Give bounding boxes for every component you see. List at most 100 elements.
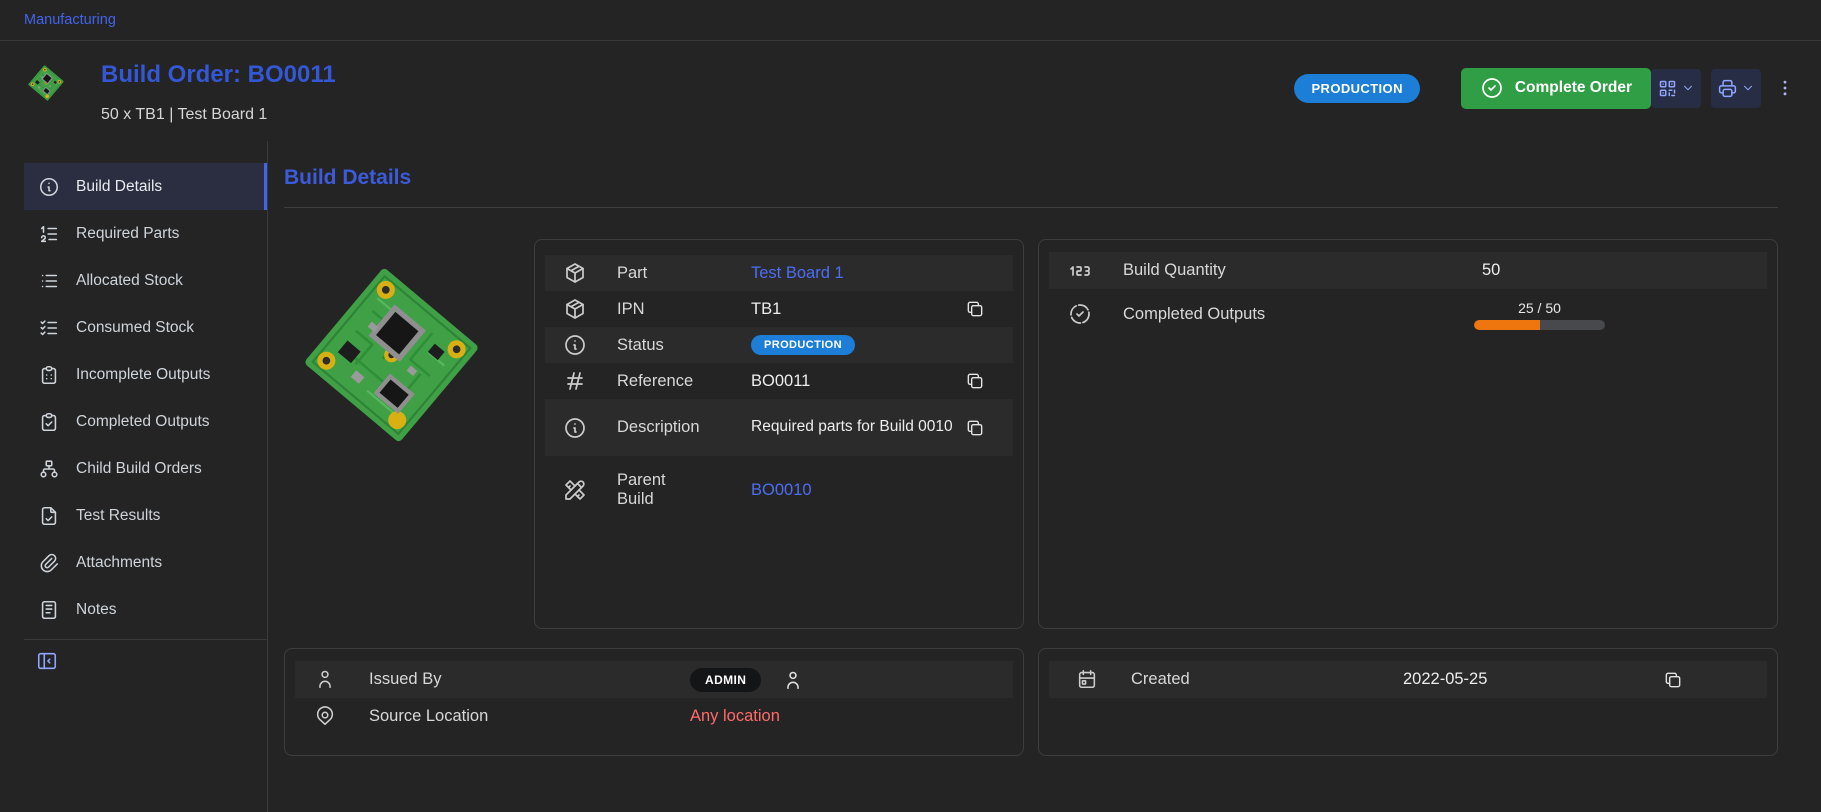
- sidebar-item-label: Test Results: [76, 507, 160, 525]
- page-subtitle: 50 x TB1 | Test Board 1: [101, 106, 336, 124]
- sidebar-item-label: Attachments: [76, 554, 162, 572]
- detail-row-description: Description Required parts for Build 001…: [545, 399, 1013, 456]
- barcode-actions-button[interactable]: [1651, 69, 1701, 108]
- sidebar-item-build-details[interactable]: Build Details: [24, 163, 267, 210]
- detail-label: Reference: [617, 372, 751, 391]
- page-title: Build Order: BO0011: [101, 61, 336, 89]
- print-actions-button[interactable]: [1711, 69, 1761, 108]
- issued-by-badge: ADMIN: [690, 668, 761, 692]
- more-actions-button[interactable]: [1775, 78, 1795, 98]
- sidebar-item-allocated-stock[interactable]: Allocated Stock: [24, 257, 267, 304]
- panel-divider: [284, 207, 1778, 208]
- issued-by-label: Issued By: [369, 670, 690, 689]
- qrcode-icon: [1657, 78, 1678, 99]
- dots-vertical-icon: [1775, 78, 1795, 98]
- progress-track: [1474, 320, 1605, 330]
- sidebar: Build Details Required Parts Allocated S…: [0, 141, 268, 812]
- user-icon: [314, 668, 338, 692]
- detail-label: Part: [617, 264, 751, 283]
- sidebar-divider: [24, 639, 267, 640]
- sidebar-item-consumed-stock[interactable]: Consumed Stock: [24, 304, 267, 351]
- created-card: Created 2022-05-25: [1038, 648, 1778, 756]
- status-badge: PRODUCTION: [751, 335, 855, 355]
- notes-icon: [38, 599, 60, 621]
- detail-value: BO0011: [751, 372, 810, 391]
- detail-row-ipn: IPN TB1: [545, 291, 1013, 327]
- info-circle-icon: [38, 176, 60, 198]
- part-link[interactable]: Test Board 1: [751, 264, 844, 283]
- complete-order-label: Complete Order: [1515, 79, 1632, 97]
- completed-outputs-label: Completed Outputs: [1123, 305, 1482, 324]
- detail-value: TB1: [751, 300, 781, 319]
- breadcrumb-link-manufacturing[interactable]: Manufacturing: [24, 12, 116, 28]
- clipboard-icon: [38, 364, 60, 386]
- issued-by-row: Issued By ADMIN: [295, 661, 1013, 698]
- chevron-down-icon: [1741, 81, 1755, 95]
- sidebar-item-completed-outputs[interactable]: Completed Outputs: [24, 398, 267, 445]
- panel-title: Build Details: [284, 166, 1778, 190]
- detail-row-part: Part Test Board 1: [545, 255, 1013, 291]
- source-location-value: Any location: [690, 707, 780, 726]
- sidebar-item-attachments[interactable]: Attachments: [24, 539, 267, 586]
- file-check-icon: [38, 505, 60, 527]
- created-label: Created: [1131, 670, 1403, 689]
- detail-label: IPN: [617, 300, 751, 319]
- build-quantity-row: Build Quantity 50: [1049, 252, 1767, 289]
- build-quantity-value: 50: [1482, 261, 1500, 280]
- progress-check-icon: [1068, 302, 1092, 326]
- sidebar-item-label: Consumed Stock: [76, 319, 194, 337]
- breadcrumb: Manufacturing: [0, 0, 1821, 41]
- detail-label: Status: [617, 336, 751, 355]
- copy-button[interactable]: [965, 418, 985, 438]
- numbers-123-icon: [1068, 259, 1092, 283]
- info-circle-icon: [563, 416, 587, 440]
- sidebar-item-label: Allocated Stock: [76, 272, 183, 290]
- copy-icon: [1663, 670, 1683, 690]
- calendar-icon: [1076, 668, 1100, 692]
- detail-value: Required parts for Build 0010: [751, 415, 953, 439]
- sidebar-item-label: Completed Outputs: [76, 413, 210, 431]
- parent-build-link[interactable]: BO0010: [751, 481, 812, 500]
- status-badge: PRODUCTION: [1294, 74, 1419, 103]
- user-icon: [782, 669, 804, 691]
- copy-icon: [965, 299, 985, 319]
- package-icon: [563, 297, 587, 321]
- complete-order-button[interactable]: Complete Order: [1461, 68, 1651, 109]
- copy-icon: [965, 371, 985, 391]
- list-check-icon: [38, 317, 60, 339]
- printer-icon: [1717, 78, 1738, 99]
- sidebar-item-label: Incomplete Outputs: [76, 366, 210, 384]
- app-root: Manufacturing Build Order: BO0011 50 x T…: [0, 0, 1821, 812]
- completed-outputs-row: Completed Outputs 25 / 50: [1049, 289, 1767, 339]
- copy-icon: [965, 418, 985, 438]
- main-panel: Build Details Part Test Board 1: [268, 141, 1821, 812]
- paperclip-icon: [38, 552, 60, 574]
- sidebar-item-label: Build Details: [76, 178, 162, 196]
- sidebar-item-incomplete-outputs[interactable]: Incomplete Outputs: [24, 351, 267, 398]
- progress-label: 25 / 50: [1474, 300, 1605, 316]
- collapse-sidebar-button[interactable]: [36, 650, 58, 672]
- sidebar-collapse-icon: [36, 650, 58, 672]
- sidebar-item-child-build-orders[interactable]: Child Build Orders: [24, 445, 267, 492]
- package-icon: [563, 261, 587, 285]
- detail-row-parent-build: Parent Build BO0010: [545, 456, 1013, 524]
- map-pin-icon: [314, 705, 338, 729]
- copy-button[interactable]: [965, 371, 985, 391]
- sidebar-item-test-results[interactable]: Test Results: [24, 492, 267, 539]
- created-row: Created 2022-05-25: [1049, 661, 1767, 698]
- build-details-card: Part Test Board 1 IPN TB1 Status: [534, 239, 1024, 629]
- issue-card: Issued By ADMIN Source Location Any loca…: [284, 648, 1024, 756]
- page-header: Build Order: BO0011 50 x TB1 | Test Boar…: [0, 41, 1821, 141]
- part-thumbnail[interactable]: [24, 59, 68, 107]
- tools-icon: [563, 478, 587, 502]
- sidebar-item-label: Required Parts: [76, 225, 179, 243]
- build-quantity-label: Build Quantity: [1123, 261, 1482, 280]
- copy-button[interactable]: [1663, 670, 1683, 690]
- part-image[interactable]: [284, 241, 499, 469]
- sitemap-icon: [38, 458, 60, 480]
- copy-button[interactable]: [965, 299, 985, 319]
- sidebar-item-required-parts[interactable]: Required Parts: [24, 210, 267, 257]
- sidebar-item-notes[interactable]: Notes: [24, 586, 267, 633]
- detail-row-reference: Reference BO0011: [545, 363, 1013, 399]
- detail-label: Parent Build: [617, 471, 751, 509]
